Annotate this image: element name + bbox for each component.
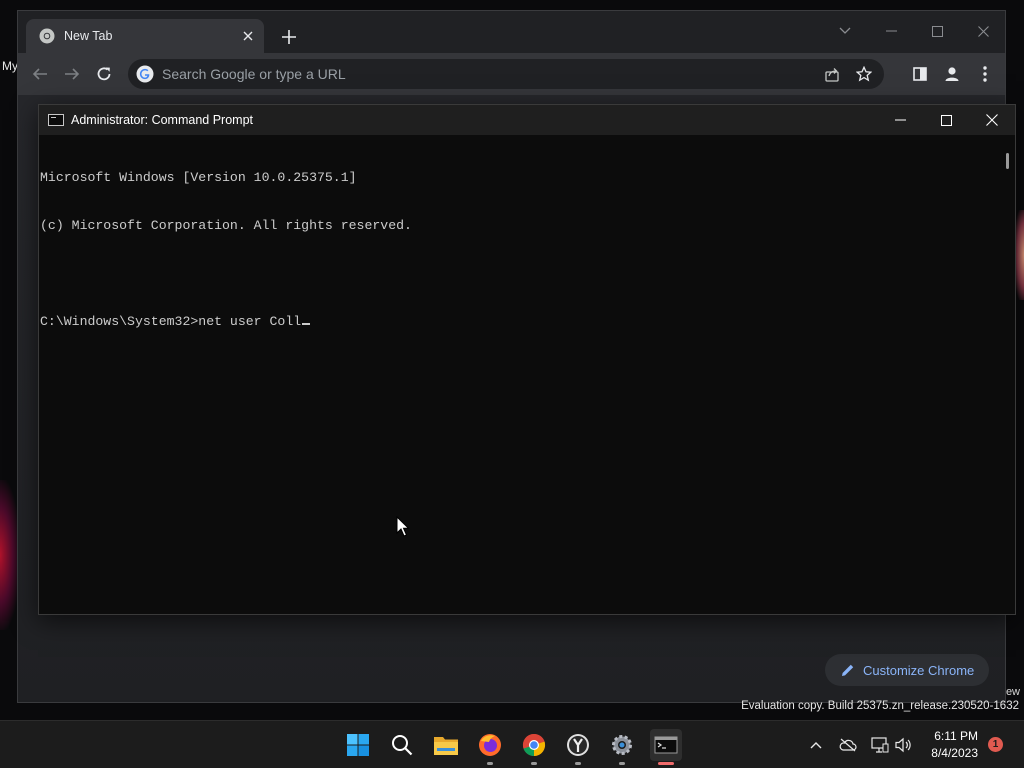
back-arrow-icon[interactable]	[28, 62, 52, 86]
yandex-icon	[567, 734, 589, 756]
notification-badge[interactable]: 1	[988, 737, 1003, 752]
command-prompt-icon	[48, 114, 64, 126]
gear-icon	[612, 735, 632, 755]
terminal-icon	[654, 736, 678, 754]
yandex-app[interactable]	[562, 729, 594, 765]
chrome-app[interactable]	[518, 729, 550, 765]
scrollbar-thumb[interactable]	[1006, 153, 1009, 169]
start-button[interactable]	[342, 729, 374, 761]
running-indicator	[531, 762, 537, 765]
chrome-tab-strip: New Tab	[18, 11, 1005, 53]
tab-new-tab[interactable]: New Tab	[26, 19, 264, 53]
profile-avatar-icon[interactable]	[940, 62, 964, 86]
maximize-button[interactable]	[917, 17, 957, 45]
firefox-app[interactable]	[474, 729, 506, 765]
google-g-icon	[136, 65, 154, 83]
command-prompt-window[interactable]: Administrator: Command Prompt Microsoft …	[38, 104, 1016, 615]
search-icon	[392, 735, 413, 756]
clock-time: 6:11 PM	[934, 729, 978, 743]
customize-chrome-label: Customize Chrome	[863, 662, 975, 678]
chrome-toolbar: Search Google or type a URL	[18, 53, 1005, 95]
search-button[interactable]	[386, 729, 418, 761]
close-button[interactable]	[963, 17, 1003, 45]
cmd-titlebar[interactable]: Administrator: Command Prompt	[39, 105, 1015, 135]
forward-arrow-icon[interactable]	[60, 62, 84, 86]
evaluation-watermark: Evaluation copy. Build 25375.zn_release.…	[741, 700, 1019, 712]
console-line: (c) Microsoft Corporation. All rights re…	[40, 218, 412, 233]
scrollbar[interactable]	[999, 135, 1015, 614]
onedrive-offline-icon[interactable]	[838, 735, 858, 755]
bookmark-star-icon[interactable]	[852, 62, 876, 86]
reload-icon[interactable]	[92, 62, 116, 86]
chrome-icon	[39, 28, 55, 44]
kebab-menu-icon[interactable]	[973, 62, 997, 86]
side-panel-icon[interactable]	[908, 62, 932, 86]
console-line: Microsoft Windows [Version 10.0.25375.1]	[40, 170, 357, 185]
file-explorer-app[interactable]	[430, 729, 462, 761]
console-command-input[interactable]: C:\Windows\System32>net user Coll	[40, 314, 301, 329]
tab-close-icon[interactable]	[238, 26, 258, 46]
console-output[interactable]: Microsoft Windows [Version 10.0.25375.1]…	[39, 135, 999, 614]
folder-icon	[434, 737, 458, 755]
chevron-up-icon[interactable]	[806, 735, 826, 755]
chrome-icon	[522, 733, 546, 757]
clock-date: 8/4/2023	[931, 746, 978, 760]
desktop-partial-text: ew	[1005, 686, 1020, 698]
system-clock[interactable]: 6:11 PM 8/4/2023	[931, 728, 978, 762]
running-indicator	[658, 762, 674, 765]
network-icon[interactable]	[870, 735, 890, 755]
customize-chrome-button[interactable]: Customize Chrome	[825, 654, 989, 686]
windows-logo-icon	[347, 734, 369, 756]
omnibox-placeholder: Search Google or type a URL	[162, 66, 346, 82]
console-prompt-line[interactable]: C:\Windows\System32>net user Coll	[40, 314, 999, 330]
tab-title: New Tab	[64, 29, 113, 43]
omnibox[interactable]: Search Google or type a URL	[128, 59, 884, 89]
new-tab-button[interactable]	[276, 24, 302, 50]
cmd-window-title: Administrator: Command Prompt	[71, 113, 254, 127]
minimize-button[interactable]	[871, 17, 911, 45]
share-icon[interactable]	[820, 62, 844, 86]
terminal-app[interactable]	[650, 729, 682, 765]
close-button[interactable]	[969, 105, 1015, 135]
maximize-button[interactable]	[923, 105, 969, 135]
volume-icon[interactable]	[893, 735, 913, 755]
running-indicator	[619, 762, 625, 765]
tab-search-chevron-icon[interactable]	[825, 17, 865, 45]
minimize-button[interactable]	[877, 105, 923, 135]
mouse-pointer-icon	[396, 516, 410, 537]
text-cursor	[302, 323, 311, 325]
firefox-icon	[479, 734, 501, 756]
pencil-icon	[841, 663, 855, 677]
settings-app[interactable]	[606, 729, 638, 765]
running-indicator	[575, 762, 581, 765]
running-indicator	[487, 762, 493, 765]
taskbar: 6:11 PM 8/4/2023 1	[0, 720, 1024, 768]
desktop-partial-text: My	[2, 59, 18, 73]
